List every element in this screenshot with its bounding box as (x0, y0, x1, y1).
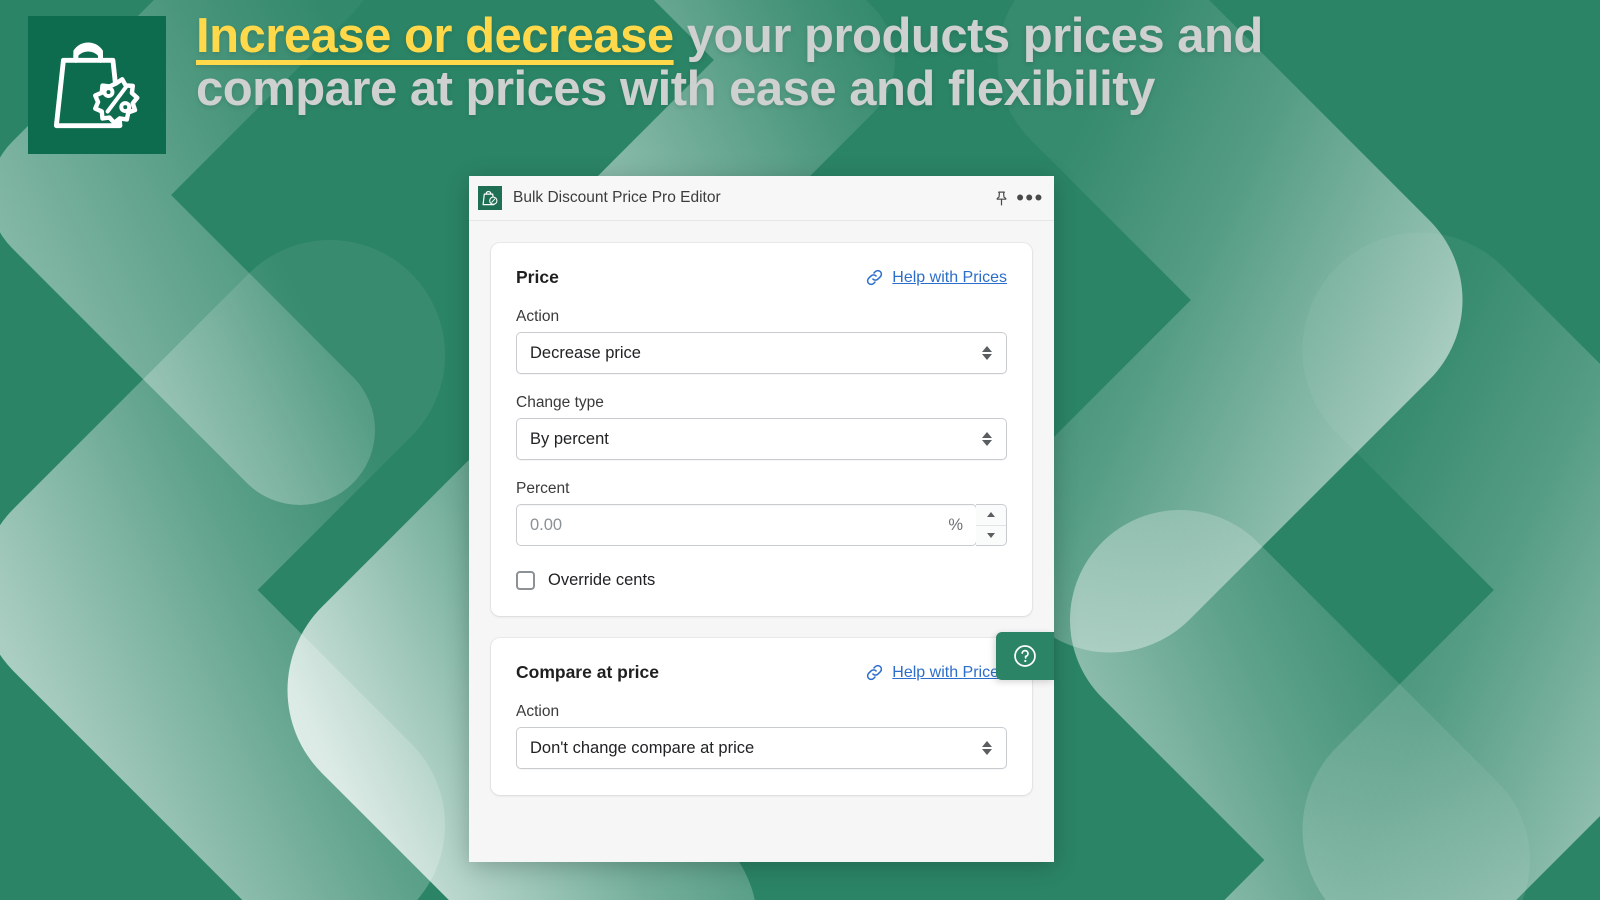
percent-stepper (976, 504, 1007, 546)
pin-icon (996, 191, 1006, 205)
hero-line-1: Increase or decrease your products price… (196, 10, 1263, 63)
change-type-value: By percent (530, 429, 609, 448)
price-action-field: Action Decrease price (516, 308, 1007, 374)
chevron-updown-icon (982, 429, 993, 449)
help-with-prices-label: Help with Prices (892, 268, 1007, 286)
price-action-label: Action (516, 308, 560, 325)
price-card-header: Price Help with Prices (516, 267, 1007, 288)
compare-action-value: Don't change compare at price (530, 738, 755, 757)
hero-line-2: compare at prices with ease and flexibil… (196, 61, 1155, 116)
change-type-field: Change type By percent (516, 394, 1007, 460)
help-with-prices-label-compare: Help with Prices (892, 663, 1007, 681)
hero-highlight: Increase or decrease (196, 9, 674, 63)
price-action-select[interactable]: Decrease price (516, 332, 1007, 374)
compare-card-header: Compare at price Help with Prices (516, 662, 1007, 683)
help-tab-button[interactable] (996, 632, 1054, 680)
pin-button[interactable] (988, 185, 1014, 211)
compare-action-field: Action Don't change compare at price (516, 703, 1007, 769)
price-card: Price Help with Prices Action Decrease p… (491, 243, 1032, 616)
price-card-title: Price (516, 267, 559, 287)
help-with-prices-link-compare[interactable]: Help with Prices (865, 663, 1007, 682)
price-action-value: Decrease price (530, 343, 641, 362)
compare-action-select[interactable]: Don't change compare at price (516, 727, 1007, 769)
percent-stepper-down[interactable] (976, 526, 1006, 546)
hero-line-1-rest: your products prices and (673, 9, 1264, 63)
percent-stepper-up[interactable] (976, 505, 1006, 526)
app-window: Bulk Discount Price Pro Editor ••• Price (469, 176, 1054, 862)
percent-input[interactable] (530, 515, 943, 535)
caret-down-icon (987, 532, 995, 538)
change-type-select[interactable]: By percent (516, 418, 1007, 460)
compare-at-price-card: Compare at price Help with Prices Action… (491, 638, 1032, 795)
percent-label: Percent (516, 480, 570, 497)
hero-banner: Increase or decrease your products price… (0, 0, 1600, 180)
link-chain-icon (867, 269, 883, 286)
change-type-label: Change type (516, 394, 604, 411)
shopping-bag-percent-icon (482, 190, 498, 206)
caret-up-icon (987, 512, 995, 518)
app-icon (478, 186, 502, 210)
question-mark-circle-icon (1014, 645, 1036, 667)
chevron-updown-icon (982, 738, 993, 758)
override-cents-row[interactable]: Override cents (516, 571, 1007, 590)
percent-suffix: % (948, 515, 963, 534)
app-logo (28, 16, 166, 154)
chevron-updown-icon (982, 343, 993, 363)
window-body: Price Help with Prices Action Decrease p… (469, 221, 1054, 862)
more-options-button[interactable]: ••• (1014, 185, 1042, 211)
ellipsis-icon: ••• (1016, 185, 1044, 210)
link-chain-icon (867, 664, 883, 681)
window-titlebar: Bulk Discount Price Pro Editor ••• (469, 176, 1054, 221)
percent-input-wrapper: % (516, 504, 977, 546)
override-cents-checkbox[interactable] (516, 571, 535, 590)
window-title: Bulk Discount Price Pro Editor (513, 189, 721, 206)
percent-field: Percent % (516, 480, 1007, 546)
percent-input-group: % (516, 504, 1007, 546)
compare-card-title: Compare at price (516, 662, 659, 682)
hero-headline: Increase or decrease your products price… (196, 10, 1263, 116)
shopping-bag-percent-icon (53, 42, 140, 129)
override-cents-label: Override cents (548, 571, 656, 589)
help-with-prices-link[interactable]: Help with Prices (865, 268, 1007, 287)
compare-action-label: Action (516, 703, 560, 720)
